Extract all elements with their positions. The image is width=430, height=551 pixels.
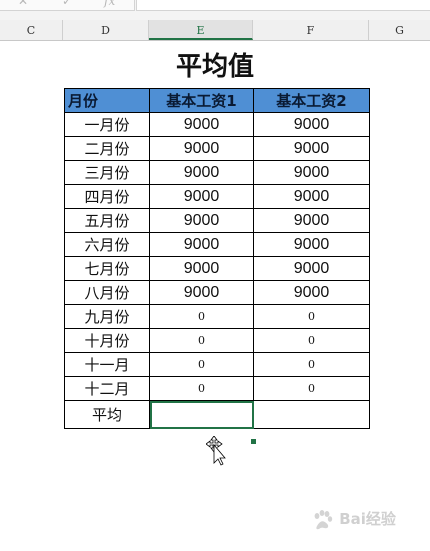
header-row: 月份 基本工资1 基本工资2 <box>64 88 370 113</box>
name-box[interactable]: ✕ ✓ fx <box>0 0 135 11</box>
column-header-row: C D E F G <box>0 20 430 41</box>
cell-salary-1[interactable]: 0 <box>149 328 254 353</box>
function-icon[interactable]: fx <box>104 0 115 8</box>
close-icon[interactable]: ✕ <box>18 0 28 8</box>
cell-salary-2[interactable]: 9000 <box>253 112 370 137</box>
header-salary-2[interactable]: 基本工资2 <box>253 88 370 113</box>
table-row: 三月份 9000 9000 <box>64 160 370 185</box>
cell-month[interactable]: 十一月 <box>64 352 150 377</box>
move-cursor-icon <box>206 436 226 466</box>
cell-month[interactable]: 五月份 <box>64 208 150 233</box>
cell-month[interactable]: 三月份 <box>64 160 150 185</box>
header-month[interactable]: 月份 <box>64 88 150 113</box>
cell-salary-1[interactable]: 9000 <box>149 112 254 137</box>
cell-salary-2[interactable]: 9000 <box>253 184 370 209</box>
paw-icon <box>314 509 333 529</box>
table-row: 七月份 9000 9000 <box>64 256 370 281</box>
cell-salary-1[interactable]: 9000 <box>149 136 254 161</box>
cell-salary-2[interactable]: 0 <box>253 304 370 329</box>
cell-salary-2[interactable]: 9000 <box>253 280 370 305</box>
header-salary-1[interactable]: 基本工资1 <box>149 88 254 113</box>
cell-salary-2[interactable]: 0 <box>253 376 370 401</box>
cell-month[interactable]: 九月份 <box>64 304 150 329</box>
cell-average-label[interactable]: 平均 <box>64 400 150 429</box>
check-icon[interactable]: ✓ <box>62 0 72 8</box>
table-row: 五月份 9000 9000 <box>64 208 370 233</box>
cell-salary-2[interactable]: 0 <box>253 352 370 377</box>
cell-salary-2[interactable]: 0 <box>253 328 370 353</box>
table-row: 二月份 9000 9000 <box>64 136 370 161</box>
cell-month[interactable]: 十二月 <box>64 376 150 401</box>
cell-salary-2[interactable]: 9000 <box>253 256 370 281</box>
cell-month[interactable]: 七月份 <box>64 256 150 281</box>
cell-salary-1[interactable]: 9000 <box>149 256 254 281</box>
column-header-d[interactable]: D <box>63 20 149 40</box>
column-header-c[interactable]: C <box>0 20 63 40</box>
column-header-f[interactable]: F <box>253 20 369 40</box>
cell-average-salary-2[interactable] <box>253 400 370 429</box>
cell-salary-2[interactable]: 9000 <box>253 232 370 257</box>
cell-salary-1[interactable]: 9000 <box>149 232 254 257</box>
cell-salary-1[interactable]: 9000 <box>149 208 254 233</box>
column-header-e[interactable]: E <box>149 20 253 40</box>
cell-month[interactable]: 二月份 <box>64 136 150 161</box>
cell-salary-2[interactable]: 9000 <box>253 136 370 161</box>
average-row: 平均 <box>64 400 370 429</box>
cell-salary-1[interactable]: 0 <box>149 304 254 329</box>
cell-salary-2[interactable]: 9000 <box>253 208 370 233</box>
table-row: 十一月 0 0 <box>64 352 370 377</box>
cell-salary-1[interactable]: 0 <box>149 376 254 401</box>
table-row: 九月份 0 0 <box>64 304 370 329</box>
watermark-text: Bai经验 <box>339 510 396 528</box>
salary-table: 月份 基本工资1 基本工资2 一月份 9000 9000 二月份 9000 90… <box>64 88 370 429</box>
cell-salary-1[interactable]: 9000 <box>149 280 254 305</box>
cell-month[interactable]: 四月份 <box>64 184 150 209</box>
fill-handle[interactable] <box>250 438 257 445</box>
cell-month[interactable]: 一月份 <box>64 112 150 137</box>
table-row: 四月份 9000 9000 <box>64 184 370 209</box>
table-row: 十月份 0 0 <box>64 328 370 353</box>
sheet-title[interactable]: 平均值 <box>150 50 280 84</box>
cell-salary-1[interactable]: 9000 <box>149 184 254 209</box>
table-row: 六月份 9000 9000 <box>64 232 370 257</box>
cell-salary-2[interactable]: 9000 <box>253 160 370 185</box>
table-row: 八月份 9000 9000 <box>64 280 370 305</box>
cell-month[interactable]: 六月份 <box>64 232 150 257</box>
cell-average-salary-1[interactable] <box>149 400 254 429</box>
cell-month[interactable]: 八月份 <box>64 280 150 305</box>
table-row: 十二月 0 0 <box>64 376 370 401</box>
formula-input[interactable] <box>136 0 430 11</box>
cell-salary-1[interactable]: 0 <box>149 352 254 377</box>
formula-bar: ✕ ✓ fx <box>0 0 430 20</box>
table-row: 一月份 9000 9000 <box>64 112 370 137</box>
watermark: Bai经验 <box>312 503 396 535</box>
cell-salary-1[interactable]: 9000 <box>149 160 254 185</box>
cell-month[interactable]: 十月份 <box>64 328 150 353</box>
column-header-g[interactable]: G <box>369 20 430 40</box>
